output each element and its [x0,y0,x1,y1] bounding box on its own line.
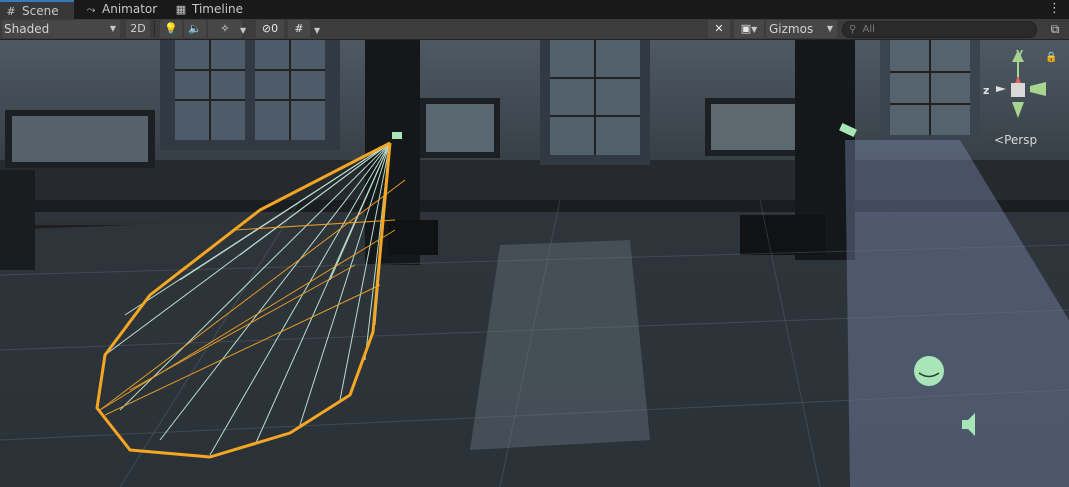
effects-dropdown-chevron-icon[interactable]: ▼ [240,20,250,38]
axis-z-label: z [983,84,990,97]
lock-icon[interactable]: 🔒 [1045,52,1057,63]
gizmos-label: Gizmos [769,22,814,36]
spotlight-icon[interactable] [392,132,402,139]
hidden-count: 0 [271,22,279,35]
effects-toggle-icon[interactable]: ✧ [208,20,242,38]
windows-center [540,40,650,165]
tab-timeline[interactable]: ▦ Timeline [174,0,254,19]
reflection-probe-icon[interactable] [914,356,944,386]
toggle-2d-button[interactable]: 2D [126,20,150,38]
scene-viewport[interactable]: y z 🔒 <Persp [0,40,1069,487]
search-placeholder: All [862,24,875,35]
projection-toggle[interactable]: <Persp [994,133,1037,147]
grid-dropdown-chevron-icon[interactable]: ▼ [314,20,324,38]
chevron-down-icon: ▼ [826,24,833,33]
chevron-down-icon: ▼ [109,24,116,33]
toggle-2d-label: 2D [130,22,146,35]
draw-mode-value: Shaded [4,22,50,36]
animator-icon: ⤳ [86,3,96,16]
search-icon: ⚲ [849,24,857,35]
timeline-icon: ▦ [175,3,187,16]
audio-toggle-icon[interactable]: 🔈 [184,20,206,38]
kebab-menu-icon[interactable]: ⋮ [1048,1,1061,16]
draw-mode-dropdown[interactable]: Shaded ▼ [2,20,120,38]
tab-animator-label: Animator [102,2,158,16]
lighting-toggle-icon[interactable]: 💡 [160,20,182,38]
tab-timeline-label: Timeline [192,2,244,16]
axis-y-label: y [1016,46,1024,59]
chevron-left-icon: < [994,133,1005,147]
projection-label: Persp [1004,133,1038,147]
tab-animator[interactable]: ⤳ Animator [84,0,168,19]
scene-visibility-icon[interactable]: ⊘0 [256,20,284,38]
search-input[interactable]: ⚲ All [842,21,1037,38]
tab-scene-label: Scene [22,4,59,18]
gizmos-dropdown[interactable]: Gizmos ▼ [766,20,837,38]
maximize-view-icon[interactable]: ⧉ [1047,20,1063,38]
scene-render [0,40,1069,487]
windows-right [880,40,980,140]
editor-tab-bar: # Scene ⤳ Animator ▦ Timeline ⋮ [0,0,1069,20]
grid-toggle-icon[interactable]: # [288,20,310,38]
toolbar-divider [154,21,155,37]
tab-scene[interactable]: # Scene [0,0,74,19]
tools-toggle-icon[interactable]: ✕ [708,20,730,38]
windows-left [160,40,340,150]
scene-toolbar: Shaded ▼ 2D 💡 🔈 ✧ ▼ ⊘0 # ▼ ✕ ▣▼ Gizmos ▼… [0,19,1069,40]
camera-settings-icon[interactable]: ▣▼ [734,20,764,38]
